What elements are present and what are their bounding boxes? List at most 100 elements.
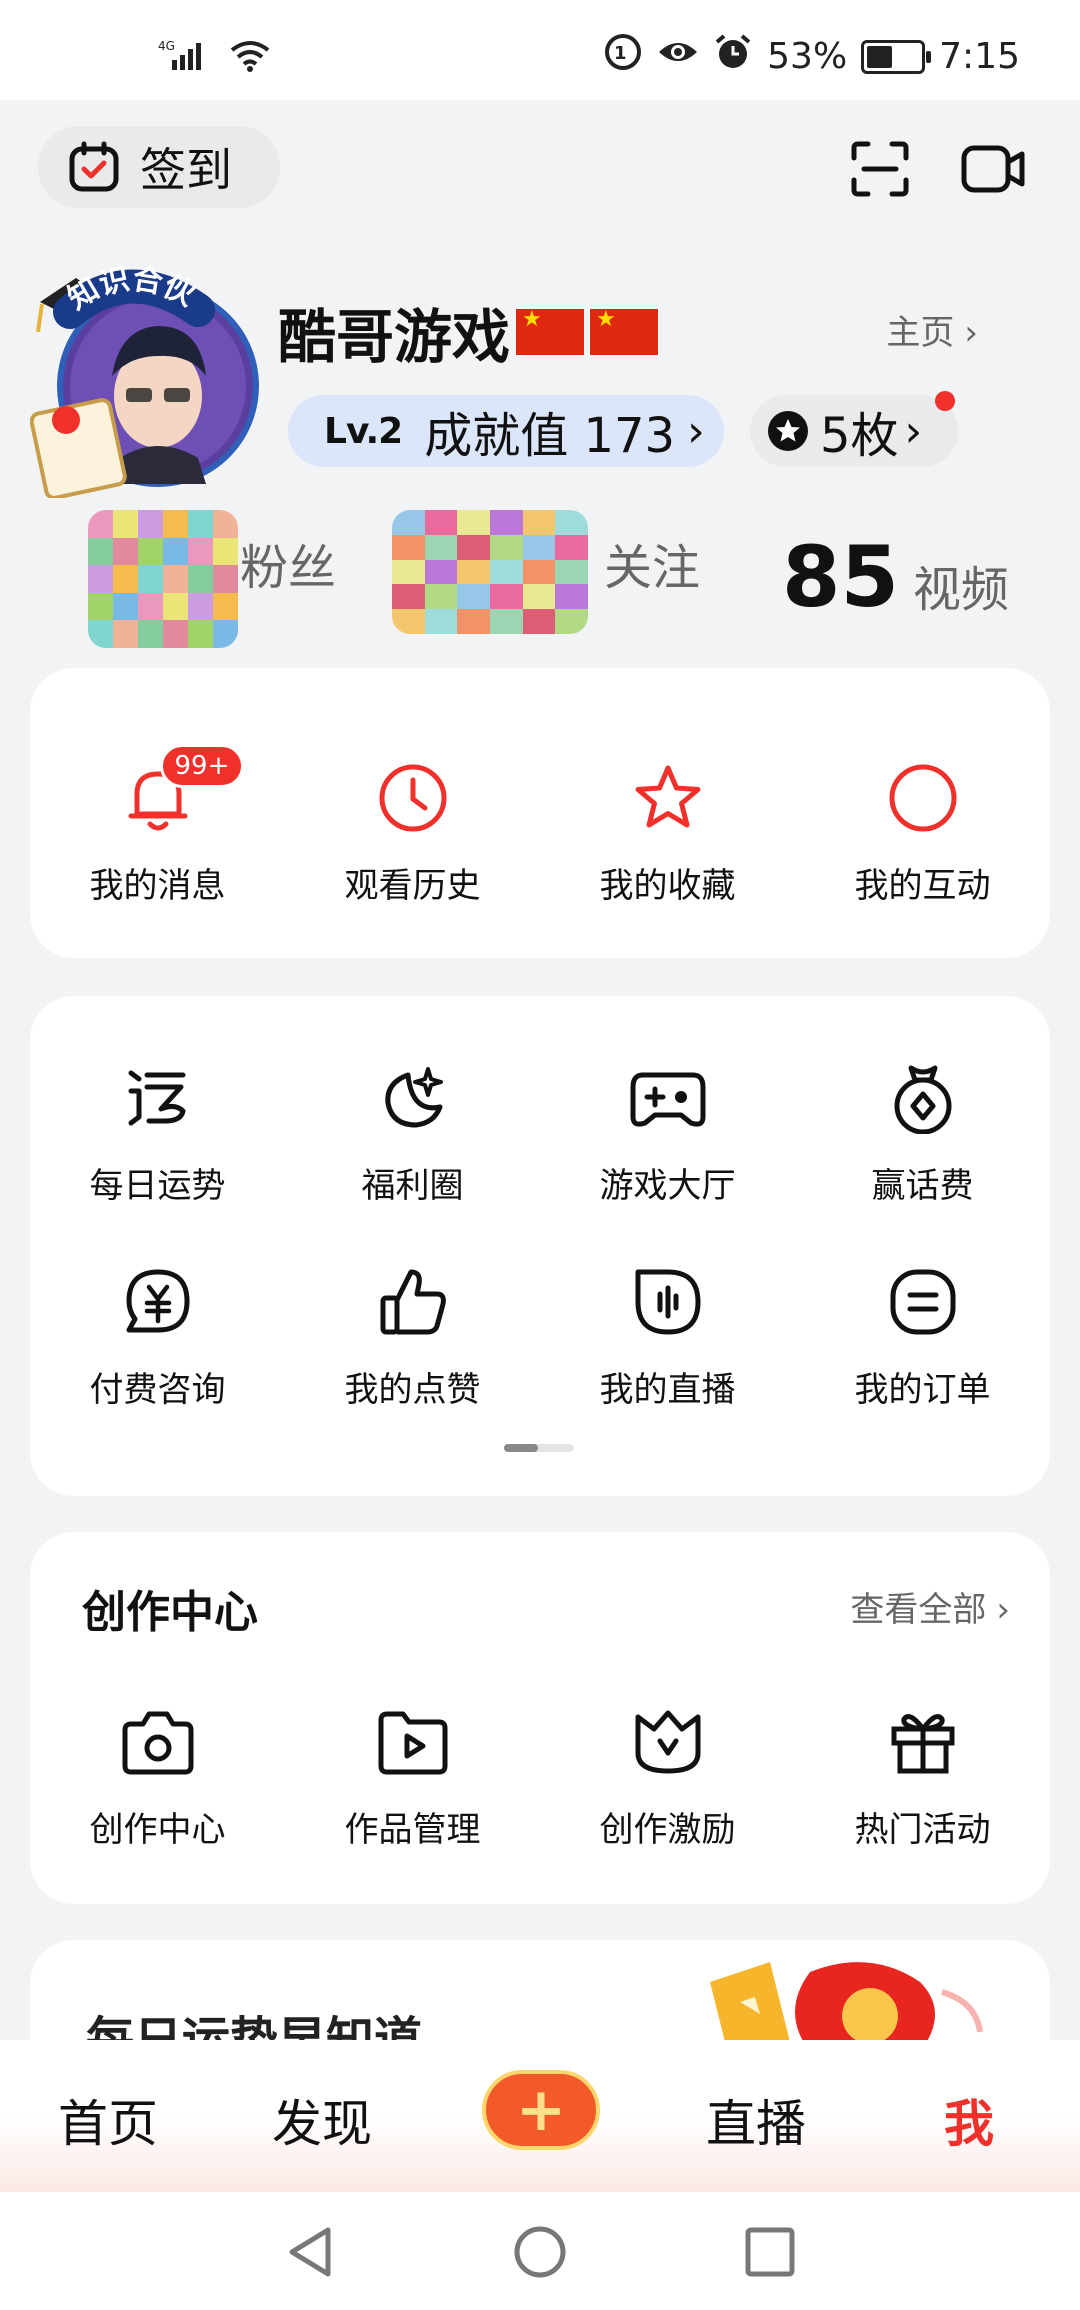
nav-home[interactable]: 首页 xyxy=(58,2084,158,2156)
nav-live[interactable]: 直播 xyxy=(706,2084,806,2156)
mosaic-tile xyxy=(522,510,556,535)
win-phone-credit-button[interactable]: 赢话费 xyxy=(795,1056,1050,1207)
eye-comfort-icon xyxy=(657,32,699,81)
following-count-obscured xyxy=(392,510,588,634)
achievement-pill[interactable]: Lv.2 成就值 173 › xyxy=(288,395,724,467)
stat-following[interactable]: 关注 xyxy=(590,528,700,598)
mosaic-tile xyxy=(424,559,458,585)
paid-consult-label: 付费咨询 xyxy=(89,1370,226,1410)
scan-icon[interactable] xyxy=(850,140,910,202)
svg-text:1: 1 xyxy=(614,43,627,64)
messages-button[interactable]: 99+ 我的消息 xyxy=(30,744,285,907)
crown-icon xyxy=(626,1700,710,1784)
calendar-check-icon xyxy=(66,139,122,195)
flag-icon xyxy=(590,307,659,355)
mosaic-tile xyxy=(457,584,490,610)
checkin-label: 签到 xyxy=(140,143,232,197)
nav-me[interactable]: 我 xyxy=(944,2084,994,2156)
mosaic-tile xyxy=(490,609,523,634)
mosaic-tile xyxy=(490,510,523,535)
homepage-link[interactable]: 主页 › xyxy=(886,305,978,354)
stat-followers-label: 粉丝 xyxy=(240,540,337,596)
hot-events-button[interactable]: 热门活动 xyxy=(795,1700,1050,1851)
moon-sparkle-icon xyxy=(371,1056,455,1140)
mosaic-tile xyxy=(424,609,458,634)
mosaic-tile xyxy=(188,537,213,566)
my-orders-button[interactable]: 我的订单 xyxy=(795,1260,1050,1411)
creator-incentive-button[interactable]: 创作激励 xyxy=(540,1700,795,1851)
mosaic-tile xyxy=(138,537,163,566)
stat-following-label: 关注 xyxy=(604,540,701,596)
nav-discover[interactable]: 发现 xyxy=(272,2084,372,2156)
thumbs-up-icon xyxy=(371,1260,455,1344)
mosaic-tile xyxy=(113,565,138,593)
recents-square-icon[interactable] xyxy=(744,2226,796,2282)
mosaic-tile xyxy=(163,620,188,648)
paid-consult-button[interactable]: 付费咨询 xyxy=(30,1260,285,1411)
mosaic-tile xyxy=(522,534,556,560)
wifi-icon xyxy=(228,38,272,78)
favorites-label: 我的收藏 xyxy=(599,866,736,906)
favorites-button[interactable]: 我的收藏 xyxy=(540,756,795,907)
clock-time: 7:15 xyxy=(939,36,1020,77)
creator-center-button[interactable]: 创作中心 xyxy=(30,1700,285,1851)
status-right: 1 53% 7:15 xyxy=(603,32,1020,81)
live-icon xyxy=(626,1260,710,1344)
mosaic-tile xyxy=(138,565,163,593)
chevron-right-icon: › xyxy=(904,405,923,457)
mosaic-tile xyxy=(138,510,163,538)
welfare-circle-button[interactable]: 福利圈 xyxy=(285,1056,540,1207)
mosaic-tile xyxy=(457,559,490,585)
game-hall-button[interactable]: 游戏大厅 xyxy=(540,1056,795,1207)
my-likes-button[interactable]: 我的点赞 xyxy=(285,1260,540,1411)
mosaic-tile xyxy=(113,537,138,566)
history-button[interactable]: 观看历史 xyxy=(285,756,540,907)
welfare-circle-label: 福利圈 xyxy=(361,1166,464,1206)
creator-incentive-label: 创作激励 xyxy=(599,1810,736,1850)
works-management-button[interactable]: 作品管理 xyxy=(285,1700,540,1851)
username: 酷哥游戏 xyxy=(278,303,511,371)
network-type: 4G xyxy=(158,39,175,53)
services-row-1: 每日运势 福利圈 游戏大厅 赢话费 xyxy=(30,1056,1050,1207)
checkin-button[interactable]: 签到 xyxy=(38,126,280,208)
back-icon[interactable] xyxy=(284,2224,336,2284)
camera-icon xyxy=(116,1700,200,1784)
page-indicator xyxy=(504,1444,574,1452)
page-indicator-active xyxy=(504,1444,538,1452)
mosaic-tile xyxy=(163,510,188,538)
interactions-button[interactable]: 我的互动 xyxy=(795,756,1050,907)
medals-pill[interactable]: 5枚 › xyxy=(750,391,958,467)
avatar[interactable]: 知识合伙人 xyxy=(15,231,270,500)
see-all-link[interactable]: 查看全部 › xyxy=(850,1582,1010,1631)
video-camera-icon[interactable] xyxy=(960,140,1026,202)
daily-fortune-button[interactable]: 每日运势 xyxy=(30,1056,285,1207)
yuan-chat-icon xyxy=(116,1260,200,1344)
interactions-label: 我的互动 xyxy=(854,866,991,906)
win-phone-credit-label: 赢话费 xyxy=(871,1166,974,1206)
stat-followers[interactable]: 粉丝 xyxy=(226,528,336,598)
mosaic-tile xyxy=(88,510,113,538)
creator-center-card: 创作中心 查看全部 › 创作中心 作品管理 创作激励 热门活动 xyxy=(30,1532,1050,1904)
mosaic-tile xyxy=(522,584,556,610)
status-left: 4G xyxy=(158,38,272,78)
messages-label: 我的消息 xyxy=(89,866,226,906)
my-live-button[interactable]: 我的直播 xyxy=(540,1260,795,1411)
mosaic-tile xyxy=(138,620,163,648)
home-circle-icon[interactable] xyxy=(512,2224,568,2284)
achievement-text: 成就值 173 xyxy=(424,408,676,464)
mosaic-tile xyxy=(555,609,588,634)
gift-icon xyxy=(881,1700,965,1784)
creator-center-title: 创作中心 xyxy=(82,1587,258,1638)
chevron-right-icon: › xyxy=(687,405,705,457)
stat-videos[interactable]: 85 视频 xyxy=(782,528,1009,626)
chevron-right-icon: › xyxy=(964,313,978,353)
mosaic-tile xyxy=(213,620,238,648)
see-all-label: 查看全部 xyxy=(850,1590,987,1630)
mosaic-tile xyxy=(188,620,213,648)
mosaic-tile xyxy=(163,592,188,621)
create-plus-button[interactable]: + xyxy=(482,2070,600,2150)
mosaic-tile xyxy=(424,534,458,560)
star-icon xyxy=(626,756,710,840)
services-card: 每日运势 福利圈 游戏大厅 赢话费 付费咨询 我的点赞 我的直播 我的订单 xyxy=(30,996,1050,1496)
homepage-label: 主页 xyxy=(886,313,955,353)
